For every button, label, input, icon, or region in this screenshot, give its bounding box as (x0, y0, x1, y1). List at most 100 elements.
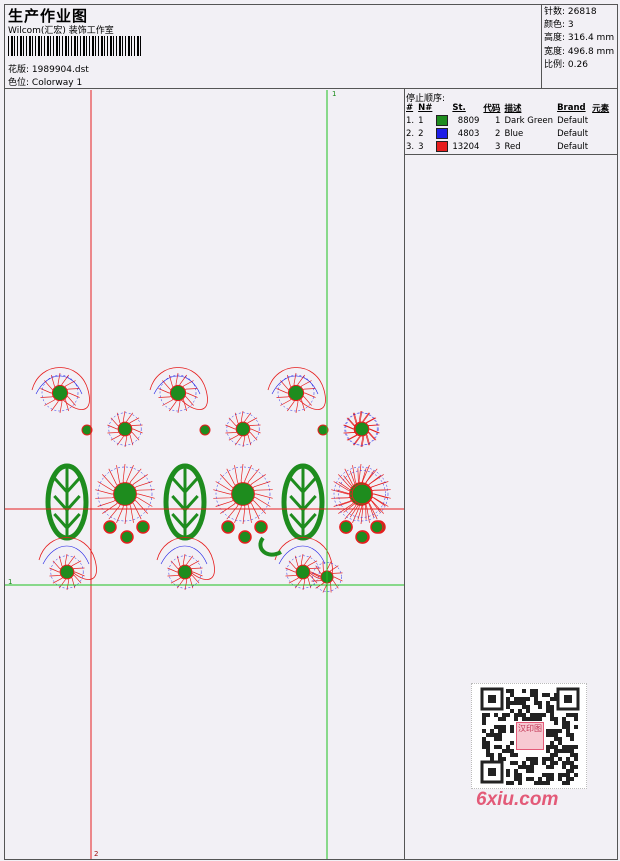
qr-module (570, 749, 574, 753)
qr-module (514, 773, 518, 777)
col-code: 代码 (483, 103, 501, 114)
qr-module (566, 769, 570, 773)
motif-2-berry-c (254, 520, 268, 534)
stat-scale: 比例: 0.26 (544, 59, 588, 70)
qr-module (490, 733, 494, 737)
qr-module (534, 717, 538, 721)
col-stitches: St. (452, 102, 466, 113)
qr-module (550, 773, 554, 777)
motif-end-berry-a (339, 520, 353, 534)
qr-module (514, 769, 518, 773)
qr-module (550, 757, 554, 761)
qr-module (514, 761, 518, 765)
qr-module (554, 733, 558, 737)
table-bottom-divider (404, 154, 618, 155)
qr-module (506, 689, 510, 693)
qr-module (538, 717, 542, 721)
qr-module (574, 725, 578, 729)
qr-module (574, 717, 578, 721)
stat-height: 高度: 316.4 mm (544, 33, 615, 44)
motif-2-flower-bottom-center (177, 564, 193, 580)
qr-module (486, 741, 490, 745)
qr-module (522, 705, 526, 709)
qr-module (550, 713, 554, 717)
qr-module (510, 749, 514, 753)
qr-module (546, 745, 550, 749)
qr-module (562, 781, 566, 785)
qr-module (546, 705, 550, 709)
qr-module (530, 765, 534, 769)
motif-1-berry-c (136, 520, 150, 534)
qr-module (526, 697, 530, 701)
qr-module (546, 773, 550, 777)
motif-3-flower-top-center (287, 384, 305, 402)
qr-module (574, 773, 578, 777)
qr-module (554, 749, 558, 753)
qr-module (494, 737, 498, 741)
qr-module (498, 729, 502, 733)
qr-module (526, 769, 530, 773)
qr-module (494, 713, 498, 717)
qr-module (546, 733, 550, 737)
qr-module (550, 745, 554, 749)
qr-module (550, 733, 554, 737)
qr-module (550, 753, 554, 757)
qr-module (546, 709, 550, 713)
qr-module (534, 689, 538, 693)
qr-module (526, 757, 530, 761)
qr-module (546, 693, 550, 697)
qr-module (482, 741, 486, 745)
qr-module (534, 697, 538, 701)
qr-module (566, 761, 570, 765)
qr-module (554, 721, 558, 725)
color-swatch (436, 115, 449, 126)
qr-module (506, 697, 510, 701)
qr-module (494, 733, 498, 737)
qr-module (574, 745, 578, 749)
qr-module (564, 695, 572, 703)
qr-module (546, 757, 550, 761)
watermark-logo: 6xiu.com (476, 789, 559, 810)
qr-module (562, 721, 566, 725)
motif-2-bud (199, 424, 211, 436)
qr-module (534, 701, 538, 705)
qr-module (570, 745, 574, 749)
qr-module (538, 713, 542, 717)
stat-stitches: 针数: 26818 (544, 7, 597, 17)
qr-module (554, 737, 558, 741)
qr-module (570, 753, 574, 757)
qr-module (482, 721, 486, 725)
qr-module (550, 729, 554, 733)
qr-module (530, 689, 534, 693)
qr-module (558, 737, 562, 741)
qr-module (510, 709, 514, 713)
qr-module (550, 741, 554, 745)
stat-width: 宽度: 496.8 mm (544, 46, 615, 57)
qr-module (482, 713, 486, 717)
motif-1-berry-b (120, 530, 134, 544)
qr-module (566, 733, 570, 737)
design-value: 1989904.dst (31, 65, 89, 75)
qr-module (510, 693, 514, 697)
qr-module (518, 777, 522, 781)
qr-module (530, 777, 534, 781)
qr-module (490, 753, 494, 757)
qr-module (498, 753, 502, 757)
qr-module (506, 749, 510, 753)
design-file: 花版: 1989904.dst (8, 62, 89, 75)
motif-end-flower-main-center (351, 483, 373, 505)
qr-module (502, 749, 506, 753)
table-row: 1. 1 8809 1 Dark Green Default (406, 115, 589, 126)
qr-module (498, 717, 502, 721)
motif-2-berry-b (238, 530, 252, 544)
col-swatch (434, 101, 450, 114)
qr-module (562, 773, 566, 777)
qr-module (526, 709, 530, 713)
qr-module (546, 701, 550, 705)
qr-module (514, 753, 518, 757)
qr-module (506, 769, 510, 773)
qr-module (506, 745, 510, 749)
qr-module (546, 749, 550, 753)
qr-module (566, 773, 570, 777)
motif-green-hook (258, 536, 282, 557)
